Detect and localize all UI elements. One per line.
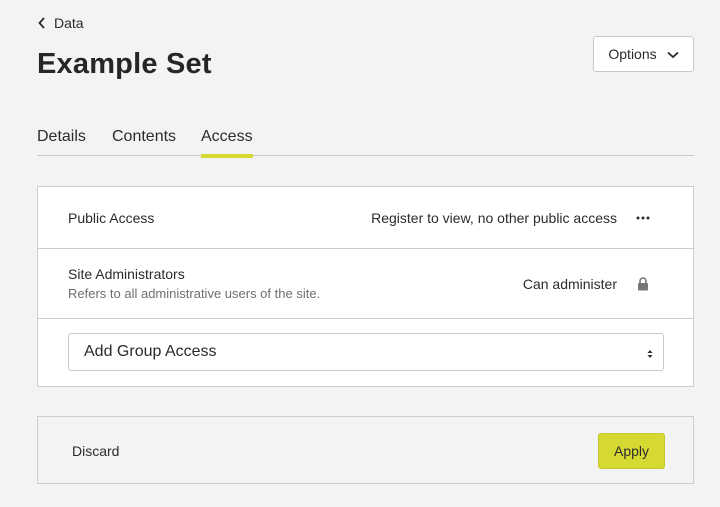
lock-icon <box>635 276 651 292</box>
discard-button[interactable]: Discard <box>72 443 119 459</box>
access-row-admins: Site Administrators Refers to all admini… <box>38 249 693 319</box>
tab-bar: Details Contents Access <box>37 128 694 158</box>
apply-button[interactable]: Apply <box>598 433 665 469</box>
options-label: Options <box>608 46 657 62</box>
tab-details[interactable]: Details <box>37 128 86 154</box>
access-row-description: Refers to all administrative users of th… <box>68 286 321 301</box>
apply-label: Apply <box>613 443 650 459</box>
more-icon[interactable] <box>635 210 651 226</box>
action-footer: Discard Apply <box>37 416 694 484</box>
access-row-public: Public Access Register to view, no other… <box>38 187 693 249</box>
page-title: Example Set <box>37 48 212 80</box>
access-row-label: Site Administrators <box>68 266 185 282</box>
access-row-label: Public Access <box>68 210 155 226</box>
options-button[interactable]: Options <box>593 36 694 72</box>
tab-access[interactable]: Access <box>201 128 253 158</box>
add-group-access-select[interactable]: Add Group Access <box>68 333 664 371</box>
breadcrumb-label: Data <box>54 15 84 31</box>
tab-contents[interactable]: Contents <box>112 128 176 154</box>
access-row-value: Can administer <box>522 276 617 292</box>
access-row-value: Register to view, no other public access <box>371 210 617 226</box>
select-arrows-icon <box>647 346 653 364</box>
chevron-down-icon <box>667 46 679 62</box>
add-group-access-value: Add Group Access <box>84 343 217 360</box>
chevron-left-icon <box>38 17 46 29</box>
access-panel: Public Access Register to view, no other… <box>37 186 694 387</box>
back-link[interactable]: Data <box>38 15 84 31</box>
